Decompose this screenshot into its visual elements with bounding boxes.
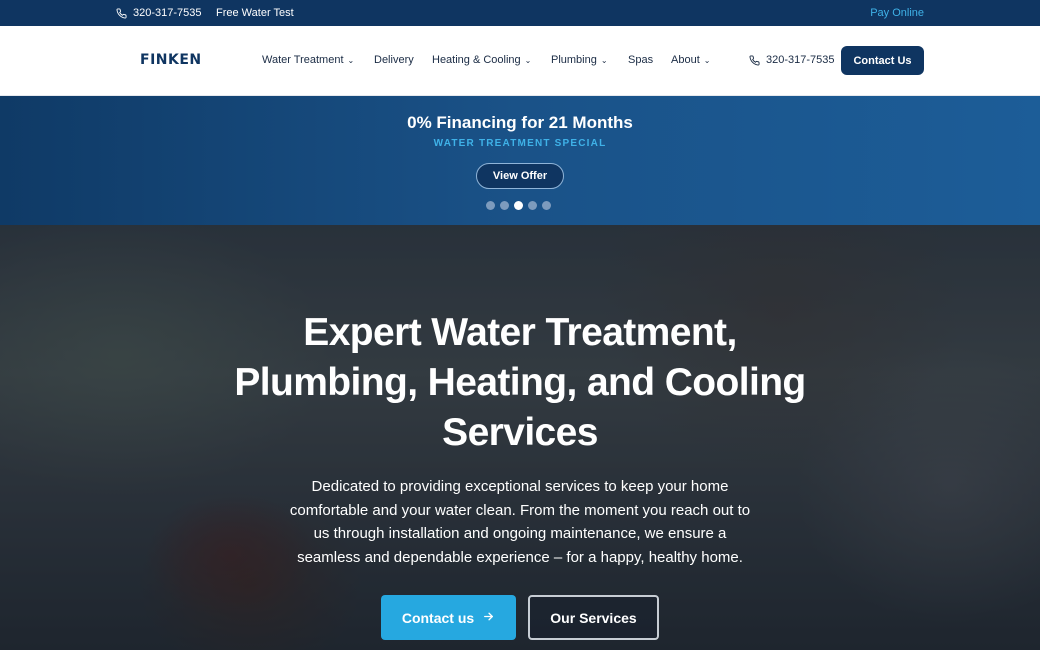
nav-water-treatment[interactable]: Water Treatment ⌄ [262, 54, 354, 66]
nav-spas[interactable]: Spas [628, 54, 653, 66]
pay-online-link[interactable]: Pay Online [870, 7, 924, 19]
nav-label: Heating & Cooling [432, 54, 521, 66]
top-utility-bar: 320-317-7535 Free Water Test Pay Online [0, 0, 1040, 26]
phone-icon [749, 54, 760, 66]
promo-title: 0% Financing for 21 Months [407, 113, 633, 132]
carousel-dot-active[interactable] [514, 201, 523, 210]
carousel-dot[interactable] [542, 201, 551, 210]
header-phone-link[interactable]: 320-317-7535 [749, 54, 835, 66]
nav-label: Plumbing [551, 54, 597, 66]
carousel-dot[interactable] [528, 201, 537, 210]
arrow-right-icon [482, 610, 495, 626]
chevron-down-icon: ⌄ [703, 55, 711, 65]
nav-label: Delivery [374, 54, 414, 66]
topbar-phone-link[interactable]: 320-317-7535 [116, 7, 202, 19]
chevron-down-icon: ⌄ [347, 55, 355, 65]
nav-label: Spas [628, 54, 654, 66]
chevron-down-icon: ⌄ [600, 55, 608, 65]
header-phone-number: 320-317-7535 [766, 54, 835, 66]
nav-plumbing[interactable]: Plumbing ⌄ [551, 54, 608, 66]
chevron-down-icon: ⌄ [524, 55, 532, 65]
hero-description: Dedicated to providing exceptional servi… [289, 478, 751, 566]
hero-headline: Expert Water Treatment, Plumbing, Heatin… [234, 311, 806, 454]
our-services-button[interactable]: Our Services [528, 595, 659, 640]
view-offer-button[interactable]: View Offer [476, 163, 564, 189]
nav-delivery[interactable]: Delivery [374, 54, 414, 66]
carousel-dots [486, 201, 551, 210]
contact-us-button[interactable]: Contact Us [841, 46, 924, 75]
free-water-test-link[interactable]: Free Water Test [216, 7, 294, 19]
finken-logo[interactable]: FINKEN [140, 52, 202, 68]
promo-banner: 0% Financing for 21 Months WATER TREATME… [0, 96, 1040, 225]
carousel-dot[interactable] [500, 201, 509, 210]
promo-subtitle: WATER TREATMENT SPECIAL [433, 138, 607, 149]
hero-contact-label: Contact us [401, 609, 475, 626]
carousel-dot[interactable] [486, 201, 495, 210]
nav-label: Water Treatment [262, 54, 344, 66]
nav-label: About [671, 54, 700, 66]
hero-section: Expert Water Treatment, Plumbing, Heatin… [0, 225, 1040, 650]
topbar-phone-number: 320-317-7535 [133, 7, 202, 19]
phone-icon [116, 7, 127, 19]
main-header: FINKEN Water Treatment ⌄ Delivery Heatin… [0, 26, 1040, 96]
hero-contact-button[interactable]: Contact us [381, 595, 516, 640]
nav-about[interactable]: About ⌄ [671, 54, 710, 66]
nav-heating-cooling[interactable]: Heating & Cooling ⌄ [432, 54, 531, 66]
